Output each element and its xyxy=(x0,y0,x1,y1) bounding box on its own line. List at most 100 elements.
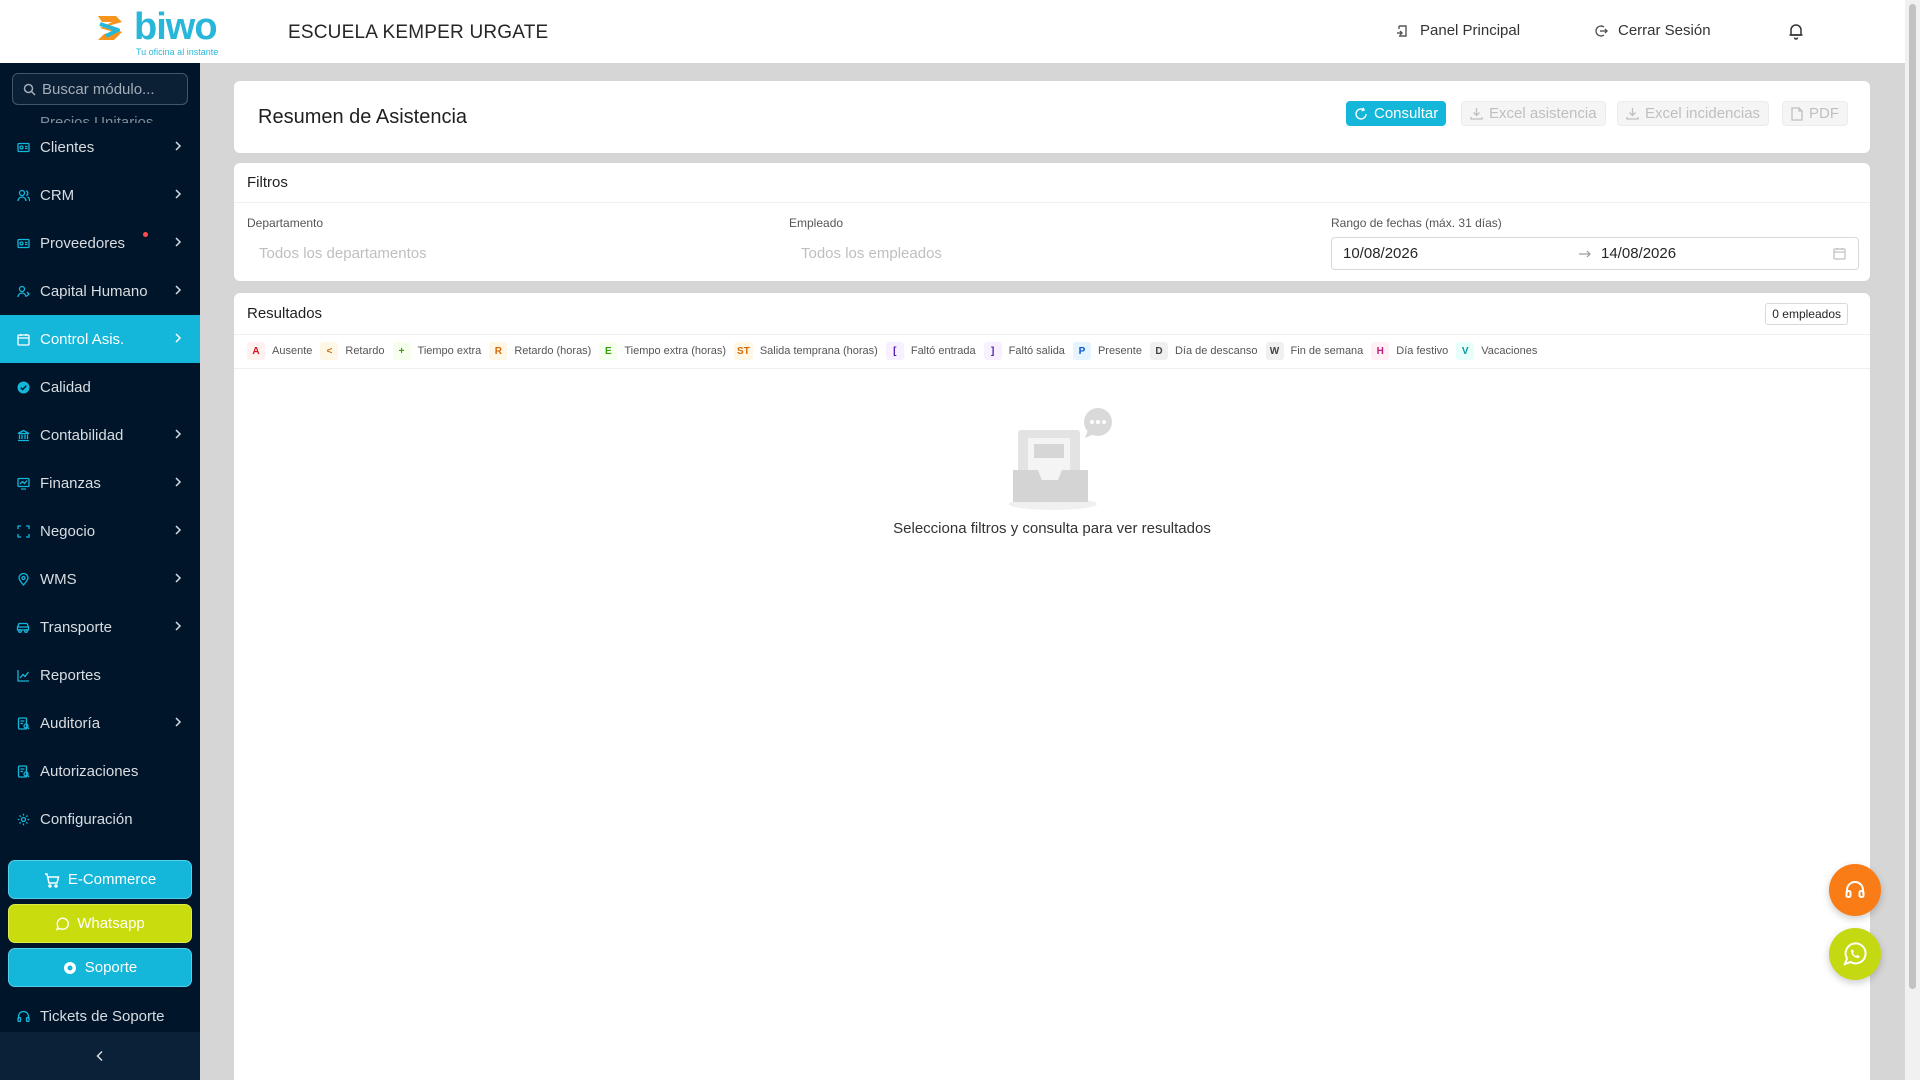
check-circle-icon xyxy=(16,380,30,394)
sidebar-item-label: Reportes xyxy=(40,666,101,684)
legend-item: < Retardo xyxy=(320,342,385,360)
sidebar-item-reportes[interactable]: Reportes xyxy=(0,651,200,699)
id-card-icon xyxy=(16,236,30,250)
sidebar-item-clientes[interactable]: Clientes xyxy=(0,123,200,171)
chevron-right-icon xyxy=(175,621,182,631)
support-chat-fab[interactable] xyxy=(1829,864,1881,916)
legend-label: Ausente xyxy=(272,345,313,357)
module-search-input[interactable] xyxy=(42,80,182,98)
sidebar-item-configuracion[interactable]: Configuración xyxy=(0,795,200,843)
arrow-right-icon xyxy=(1579,250,1591,257)
chevron-right-icon xyxy=(175,717,182,727)
legend-code-badge: W xyxy=(1265,342,1284,360)
excel-incidencias-label: Excel incidencias xyxy=(1645,105,1761,122)
whatsapp-button[interactable]: Whatsapp xyxy=(8,904,192,943)
excel-asistencia-button[interactable]: Excel asistencia xyxy=(1461,101,1606,126)
departamento-label: Departamento xyxy=(247,216,324,230)
legend-label: Fin de semana xyxy=(1290,345,1364,357)
legend-item: A Ausente xyxy=(247,342,312,360)
logo-word: biwo xyxy=(134,6,218,48)
employee-count-badge: 0 empleados xyxy=(1765,303,1848,325)
sidebar-item-autorizaciones[interactable]: Autorizaciones xyxy=(0,747,200,795)
sidebar-item-label: Autorizaciones xyxy=(40,762,139,780)
date-range-picker[interactable]: 10/08/2026 14/08/2026 xyxy=(1331,237,1859,270)
sidebar-item-proveedores[interactable]: Proveedores xyxy=(0,219,200,267)
legend-item: D Día de descanso xyxy=(1149,342,1258,360)
legend-code-badge: E xyxy=(599,342,618,360)
car-icon xyxy=(16,620,30,634)
chevron-left-icon xyxy=(96,1050,103,1062)
legend-item: H Día festivo xyxy=(1371,342,1448,360)
sidebar-item-label: Control Asis. xyxy=(40,330,125,348)
excel-asistencia-label: Excel asistencia xyxy=(1489,105,1597,122)
legend-label: Tiempo extra (horas) xyxy=(624,345,727,357)
fecha-inicio-input[interactable]: 10/08/2026 xyxy=(1343,245,1418,262)
ecommerce-label: E-Commerce xyxy=(67,871,157,888)
page-scrollbar[interactable] xyxy=(1905,0,1920,1080)
cerrar-sesion-link[interactable]: Cerrar Sesión xyxy=(1594,22,1711,39)
file-pdf-icon xyxy=(1791,106,1803,121)
ecommerce-button[interactable]: E-Commerce xyxy=(8,860,192,899)
sidebar-item-label: Calidad xyxy=(40,378,91,396)
soporte-button[interactable]: Soporte xyxy=(8,948,192,987)
sidebar-item-negocio[interactable]: Negocio xyxy=(0,507,200,555)
legend-label: Retardo xyxy=(345,345,385,357)
sidebar-item-auditoria[interactable]: Auditoría xyxy=(0,699,200,747)
legend-item: + Tiempo extra xyxy=(392,342,481,360)
sidebar-item-precios-unitarios[interactable]: Precios Unitarios xyxy=(0,103,200,123)
chevron-right-icon xyxy=(175,333,182,343)
location-icon xyxy=(16,572,30,586)
sidebar-item-capital-humano[interactable]: Capital Humano xyxy=(0,267,200,315)
pdf-button[interactable]: PDF xyxy=(1782,101,1848,126)
sidebar-item-contabilidad[interactable]: Contabilidad xyxy=(0,411,200,459)
legend-item: ST Salida temprana (horas) xyxy=(734,342,878,360)
notifications-bell[interactable] xyxy=(1788,22,1804,45)
scrollbar-thumb[interactable] xyxy=(1909,4,1916,989)
soporte-label: Soporte xyxy=(84,959,138,976)
legend-item: ] Faltó salida xyxy=(983,342,1065,360)
legend-code-badge: [ xyxy=(885,342,904,360)
legend-item: E Tiempo extra (horas) xyxy=(599,342,726,360)
fecha-fin-input[interactable]: 14/08/2026 xyxy=(1601,245,1676,262)
sidebar-item-finanzas[interactable]: Finanzas xyxy=(0,459,200,507)
user-group-icon xyxy=(16,284,30,298)
sidebar-menu: Precios Unitarios Clientes CRM Proveedores… xyxy=(0,103,200,843)
legend-item: [Faltó entrada xyxy=(885,342,976,360)
sidebar-item-transporte[interactable]: Transporte xyxy=(0,603,200,651)
whatsapp-fab[interactable] xyxy=(1829,928,1881,980)
excel-incidencias-button[interactable]: Excel incidencias xyxy=(1617,101,1770,126)
bank-icon xyxy=(16,428,30,442)
legend-label: Presente xyxy=(1097,345,1142,357)
panel-principal-link[interactable]: Panel Principal xyxy=(1396,22,1520,39)
sidebar-item-control-asis[interactable]: Control Asis. xyxy=(0,315,200,363)
legend-code-badge: V xyxy=(1456,342,1475,360)
sidebar-item-label: Clientes xyxy=(40,138,95,156)
collapse-sidebar-button[interactable] xyxy=(0,1032,200,1080)
sidebar-item-label: Negocio xyxy=(40,522,96,540)
legend-label: Vacaciones xyxy=(1481,345,1538,357)
whatsapp-icon xyxy=(56,917,70,931)
empty-state-message: Selecciona filtros y consulta para ver r… xyxy=(893,520,1211,537)
legend-item: V Vacaciones xyxy=(1456,342,1537,360)
legend-code-badge: P xyxy=(1072,342,1091,360)
cerrar-sesion-label: Cerrar Sesión xyxy=(1618,22,1711,39)
whatsapp-label: Whatsapp xyxy=(77,915,145,932)
sidebar-item-crm[interactable]: CRM xyxy=(0,171,200,219)
sidebar-item-label: Auditoría xyxy=(40,714,101,732)
empleado-select[interactable]: Todos los empleados xyxy=(789,237,1317,269)
legend-label: Día festivo xyxy=(1396,345,1449,357)
chevron-right-icon xyxy=(175,237,182,247)
audit-icon xyxy=(16,764,30,778)
company-name: ESCUELA KEMPER URGATE xyxy=(288,22,549,43)
consultar-button[interactable]: Consultar xyxy=(1346,101,1447,126)
departamento-select[interactable]: Todos los departamentos xyxy=(247,237,775,269)
legend-code-badge: H xyxy=(1371,342,1390,360)
sidebar: Precios Unitarios Clientes CRM Proveedores… xyxy=(0,63,200,1080)
sidebar-item-label: Proveedores xyxy=(40,234,126,252)
sidebar-item-wms[interactable]: WMS xyxy=(0,555,200,603)
module-search xyxy=(12,73,188,105)
sidebar-item-label: Finanzas xyxy=(40,474,101,492)
sidebar-item-calidad[interactable]: Calidad xyxy=(0,363,200,411)
search-icon xyxy=(23,83,36,96)
biwo-logo[interactable]: biwo Tu oficina al instante xyxy=(92,6,232,58)
